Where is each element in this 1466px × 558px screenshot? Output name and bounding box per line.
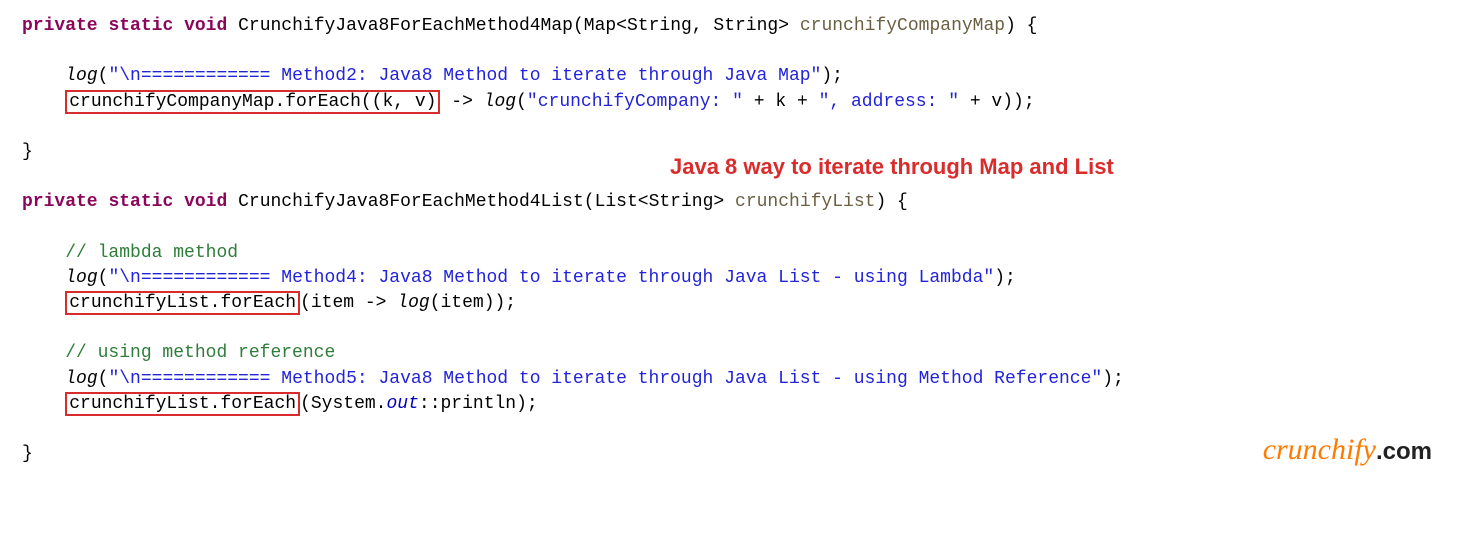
param-list: crunchifyList [735,192,875,212]
kw-void-2: void [184,192,227,212]
ref-rest: ::println); [419,394,538,414]
log-call-5: log [65,369,97,389]
concat-2: + v)); [959,92,1035,112]
string-2a: "crunchifyCompany: " [527,92,743,112]
comment-1: // lambda method [65,243,238,263]
comment-2: // using method reference [65,343,335,363]
string-4: "\n============ Method5: Java8 Method to… [108,369,1102,389]
string-3: "\n============ Method4: Java8 Method to… [108,268,994,288]
kw-private-2: private [22,192,98,212]
string-1: "\n============ Method2: Java8 Method to… [108,66,821,86]
type-list: List<String> [595,192,725,212]
kw-private: private [22,16,98,36]
type-map: Map<String, String> [584,16,789,36]
highlight-box-1: crunchifyCompanyMap.forEach((k, v) [65,90,440,114]
log-call-3: log [65,268,97,288]
log-call-1: log [65,66,97,86]
brand-suffix: .com [1376,438,1432,465]
method1-name: CrunchifyJava8ForEachMethod4Map [238,16,573,36]
highlight-box-3: crunchifyList.forEach [65,392,300,416]
lambda-open: (item -> [300,293,397,313]
watermark: crunchify.com [1263,429,1432,471]
brand-name: crunchify [1263,433,1376,466]
lambda-rest: (item)); [430,293,516,313]
highlight-box-2: crunchifyList.forEach [65,291,300,315]
kw-static: static [108,16,173,36]
kw-void: void [184,16,227,36]
ref-out: out [386,394,418,414]
param-map: crunchifyCompanyMap [800,16,1005,36]
log-call-2: log [484,92,516,112]
ref-system: (System. [300,394,386,414]
arrow-1: -> [440,92,483,112]
method2-name: CrunchifyJava8ForEachMethod4List [238,192,584,212]
code-block: private static void CrunchifyJava8ForEac… [22,14,1444,467]
log-call-4: log [397,293,429,313]
concat-1: + k + [743,92,819,112]
string-2b: ", address: " [819,92,959,112]
title-annotation: Java 8 way to iterate through Map and Li… [670,152,1114,183]
kw-static-2: static [108,192,173,212]
